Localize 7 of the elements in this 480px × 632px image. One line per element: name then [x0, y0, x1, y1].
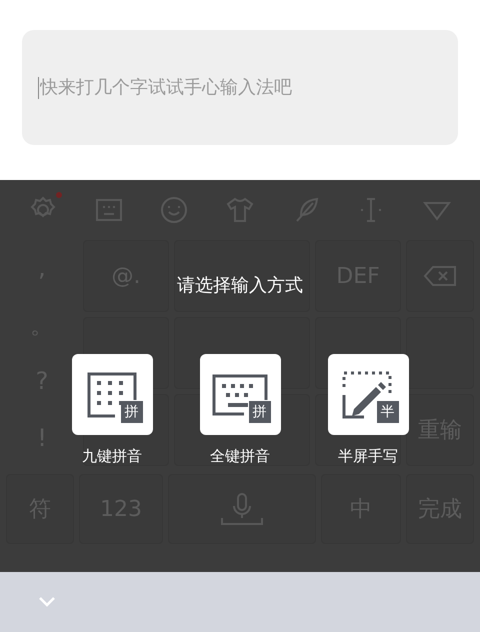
dialog-title: 请选择输入方式 [177, 274, 303, 298]
mode-badge: 半 [376, 401, 398, 423]
mode-badge: 拼 [248, 401, 270, 423]
option-label: 半屏手写 [338, 446, 398, 467]
option-label: 九键拼音 [82, 446, 142, 467]
option-label: 全键拼音 [210, 446, 270, 467]
mode-badge: 拼 [120, 401, 142, 423]
